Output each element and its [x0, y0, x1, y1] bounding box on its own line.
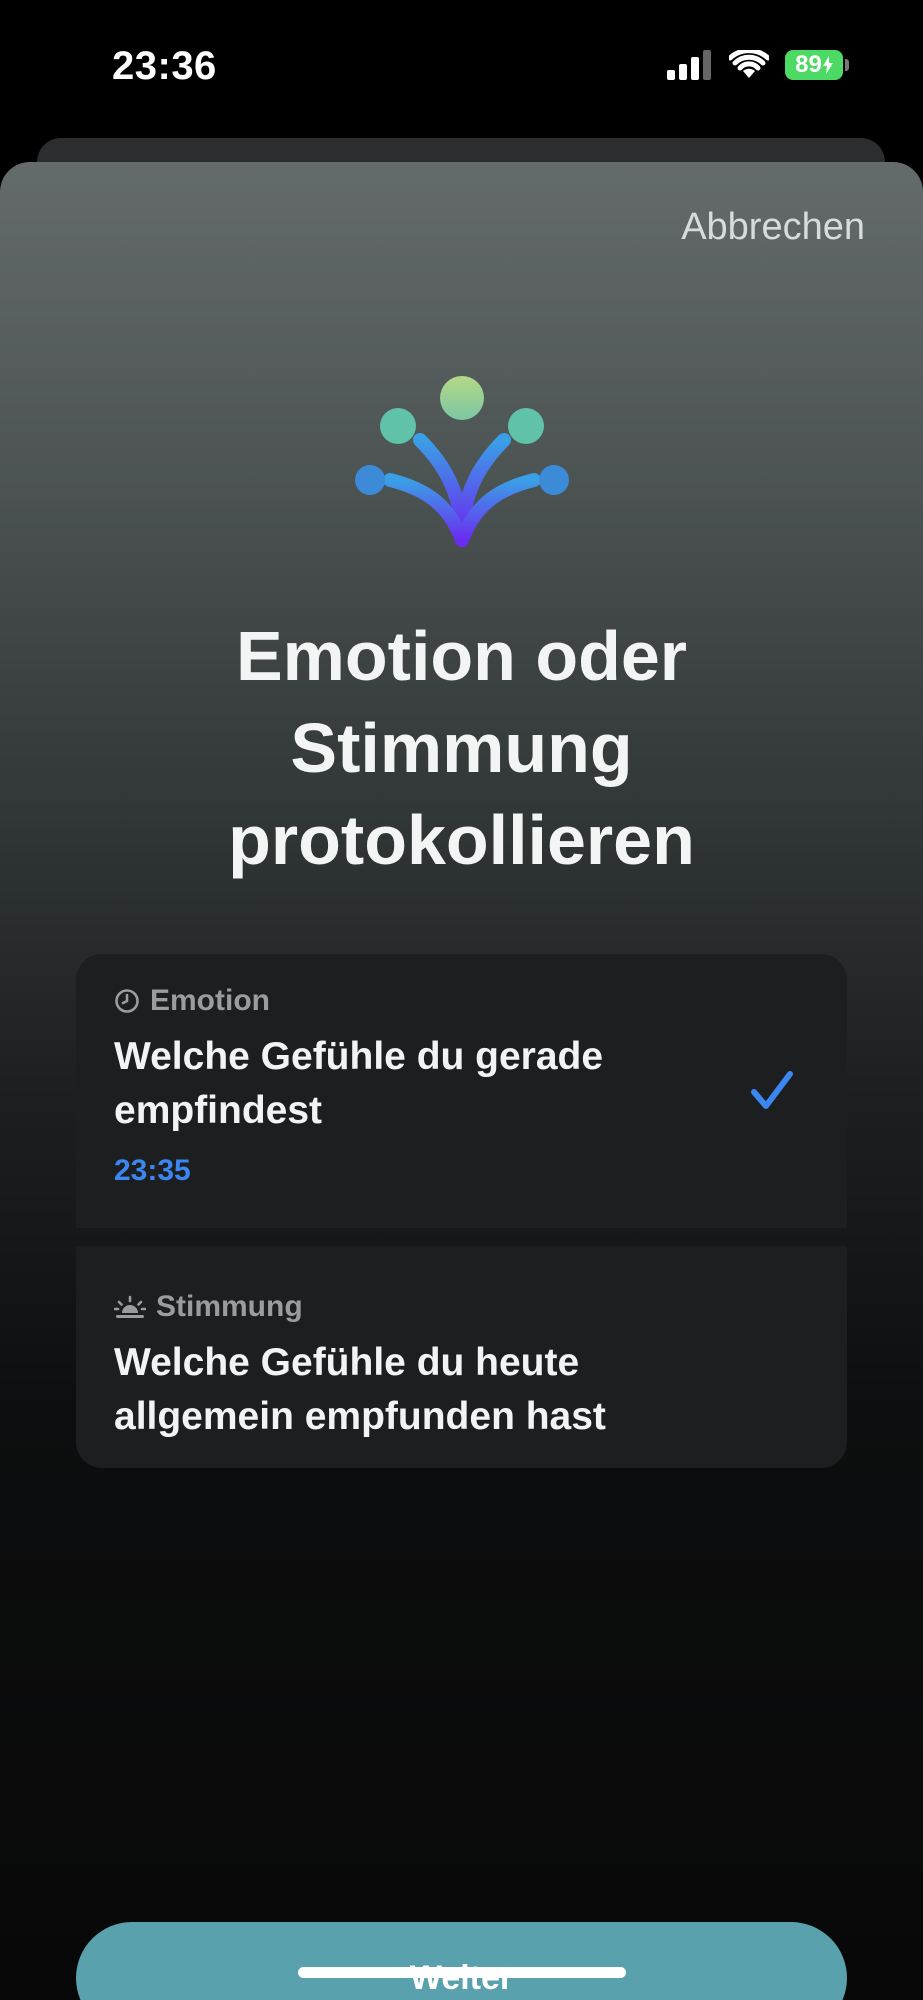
cellular-signal-icon — [667, 50, 711, 80]
state-of-mind-icon — [355, 376, 569, 557]
title-line-3: protokollieren — [228, 801, 695, 879]
title-line-2: Stimmung — [290, 709, 633, 787]
status-time: 23:36 — [112, 44, 217, 88]
checkmark-icon — [751, 1071, 793, 1109]
option-emotion-kicker: Emotion — [114, 984, 270, 1018]
option-emotion-time: 23:35 — [114, 1154, 191, 1187]
option-mood-description: Welche Gefühle du heute allgemein empfun… — [114, 1341, 606, 1438]
title-line-1: Emotion oder — [235, 617, 688, 695]
cancel-button[interactable]: Abbrechen — [681, 206, 865, 249]
sunrise-icon — [114, 1295, 146, 1318]
option-emotion-description: Welche Gefühle du gerade empfindest — [114, 1035, 604, 1132]
battery-level: 89 — [785, 50, 843, 80]
clock-icon — [115, 989, 139, 1013]
continue-button[interactable]: Weiter — [76, 1922, 847, 2000]
option-mood-label: Stimmung — [156, 1290, 303, 1323]
page-title: Emotion oder Stimmung protokollieren — [60, 610, 863, 886]
battery-tip — [845, 59, 849, 71]
battery-percent: 89 — [795, 51, 822, 78]
status-icons: 89 — [667, 50, 849, 80]
option-mood[interactable]: Stimmung Welche Gefühle du heute allgeme… — [76, 1246, 847, 1468]
option-emotion[interactable]: Emotion Welche Gefühle du gerade empfind… — [76, 954, 847, 1228]
option-mood-kicker: Stimmung — [114, 1290, 303, 1324]
wifi-icon — [729, 50, 769, 78]
option-emotion-label: Emotion — [150, 984, 270, 1017]
bolt-icon — [822, 56, 833, 74]
status-bar: 23:36 89 — [0, 0, 923, 130]
log-sheet: Abbrechen Emotion oder Stimmung protokol… — [0, 162, 923, 2000]
battery-charging-icon: 89 — [785, 50, 849, 80]
home-indicator[interactable] — [298, 1967, 626, 1978]
